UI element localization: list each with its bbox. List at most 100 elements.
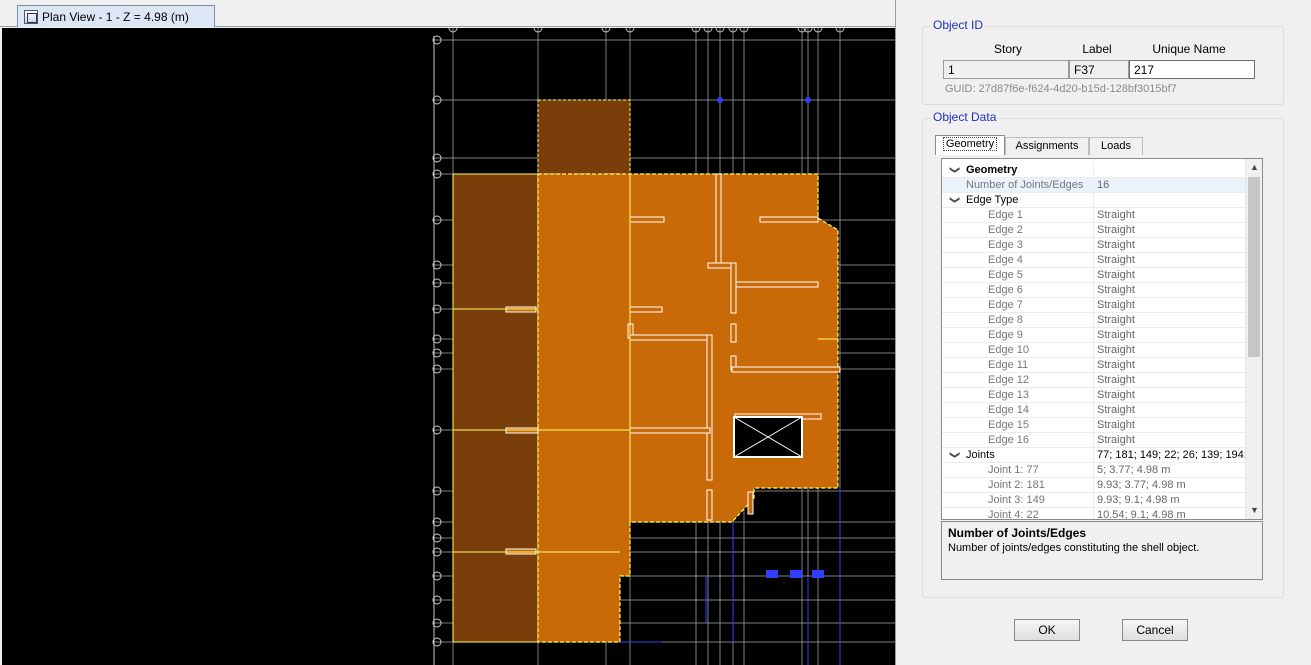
property-name: Edge 11	[988, 359, 1029, 371]
property-value: Straight	[1097, 359, 1135, 371]
cancel-button[interactable]: Cancel	[1122, 619, 1188, 641]
column-separator	[1093, 238, 1094, 253]
plan-view-icon	[24, 9, 38, 24]
property-grid[interactable]: ❯ Geometry Number of Joints/Edges 16 ❯ Edge T…	[941, 158, 1263, 520]
property-row[interactable]: ❯ Geometry	[942, 163, 1245, 178]
column-separator	[1093, 313, 1094, 328]
property-value: 9.93; 9.1; 4.98 m	[1097, 494, 1180, 506]
object-id-group: Object ID Story Label Unique Name 1 F37 …	[922, 18, 1284, 105]
property-row[interactable]: Joint 3: 149 9.93; 9.1; 4.98 m	[942, 493, 1245, 508]
document-tab-strip: Plan View - 1 - Z = 4.98 (m)	[0, 0, 895, 27]
app-root: Plan View - 1 - Z = 4.98 (m) Object ID S…	[0, 0, 1311, 665]
description-text: Number of joints/edges constituting the …	[948, 542, 1200, 554]
property-name: Edge 3	[988, 239, 1023, 251]
tab-assignments[interactable]: Assignments	[1005, 137, 1089, 155]
plan-view-window: Plan View - 1 - Z = 4.98 (m)	[0, 0, 895, 665]
property-name: Joint 2: 181	[988, 479, 1045, 491]
column-separator	[1093, 268, 1094, 283]
tab-loads[interactable]: Loads	[1089, 137, 1143, 155]
property-row[interactable]: Edge 16 Straight	[942, 433, 1245, 448]
property-name: Edge 2	[988, 224, 1023, 236]
property-name: Edge 6	[988, 284, 1023, 296]
property-value: 5; 3.77; 4.98 m	[1097, 464, 1171, 476]
property-name: Edge 9	[988, 329, 1023, 341]
property-name: Edge 1	[988, 209, 1023, 221]
column-separator	[1093, 358, 1094, 373]
story-header: Story	[993, 42, 1022, 56]
property-name: Edge 12	[988, 374, 1029, 386]
model-canvas[interactable]	[2, 28, 895, 665]
column-separator	[1093, 193, 1094, 208]
slab-top-brown[interactable]	[537, 99, 631, 175]
property-row[interactable]: Edge 10 Straight	[942, 343, 1245, 358]
property-row[interactable]: Edge 7 Straight	[942, 298, 1245, 313]
collapse-chevron-icon[interactable]: ❯	[948, 194, 960, 206]
property-name: Edge 7	[988, 299, 1023, 311]
column-separator	[1093, 418, 1094, 433]
property-name: Edge 4	[988, 254, 1023, 266]
property-row[interactable]: Edge 3 Straight	[942, 238, 1245, 253]
property-row[interactable]: Joint 1: 77 5; 3.77; 4.98 m	[942, 463, 1245, 478]
property-value: Straight	[1097, 374, 1135, 386]
property-row[interactable]: ❯ Edge Type	[942, 193, 1245, 208]
object-id-title: Object ID	[931, 18, 986, 32]
property-scrollbar[interactable]: ▲ ▼	[1245, 159, 1262, 519]
slab-left-brown[interactable]	[452, 173, 539, 643]
unique-name-header: Unique Name	[1152, 42, 1226, 56]
property-row[interactable]: Edge 9 Straight	[942, 328, 1245, 343]
property-name: Edge 5	[988, 269, 1023, 281]
property-name: Edge 10	[988, 344, 1029, 356]
property-name: Edge 8	[988, 314, 1023, 326]
property-name: Edge 14	[988, 404, 1029, 416]
column-separator	[1093, 208, 1094, 223]
column-separator	[1093, 343, 1094, 358]
property-name: Joint 3: 149	[988, 494, 1045, 506]
property-row[interactable]: Edge 1 Straight	[942, 208, 1245, 223]
property-name: Joint 4: 22	[988, 509, 1039, 520]
plan-view-tab[interactable]: Plan View - 1 - Z = 4.98 (m)	[17, 5, 215, 27]
property-row[interactable]: Edge 11 Straight	[942, 358, 1245, 373]
property-row[interactable]: Joint 2: 181 9.93; 3.77; 4.98 m	[942, 478, 1245, 493]
column-separator	[1093, 508, 1094, 519]
column-separator	[1093, 433, 1094, 448]
column-separator	[1093, 493, 1094, 508]
property-row[interactable]: Edge 15 Straight	[942, 418, 1245, 433]
property-row[interactable]: Edge 12 Straight	[942, 373, 1245, 388]
property-row[interactable]: Edge 2 Straight	[942, 223, 1245, 238]
ok-button[interactable]: OK	[1014, 619, 1080, 641]
label-field: F37	[1069, 60, 1129, 79]
column-separator	[1093, 373, 1094, 388]
scroll-up-arrow-icon[interactable]: ▲	[1246, 159, 1262, 176]
object-data-group: Object Data Geometry Assignments Loads ❯…	[922, 110, 1284, 598]
column-separator	[1093, 298, 1094, 313]
property-value: Straight	[1097, 344, 1135, 356]
collapse-chevron-icon[interactable]: ❯	[948, 449, 960, 461]
property-row[interactable]: Edge 4 Straight	[942, 253, 1245, 268]
column-separator	[1093, 403, 1094, 418]
property-value: 77; 181; 149; 22; 26; 139; 194;	[1097, 449, 1247, 461]
property-row[interactable]: ❯ Joints 77; 181; 149; 22; 26; 139; 194;	[942, 448, 1247, 463]
column-separator	[1093, 253, 1094, 268]
property-row[interactable]: Edge 5 Straight	[942, 268, 1245, 283]
object-info-dialog: Object ID Story Label Unique Name 1 F37 …	[895, 0, 1311, 665]
property-row[interactable]: Edge 8 Straight	[942, 313, 1245, 328]
scroll-down-arrow-icon[interactable]: ▼	[1246, 502, 1262, 519]
property-row[interactable]: Joint 4: 22 10.54; 9.1; 4.98 m	[942, 508, 1245, 520]
collapse-chevron-icon[interactable]: ❯	[948, 164, 960, 176]
unique-name-field[interactable]: 217	[1129, 60, 1255, 79]
property-value: Straight	[1097, 404, 1135, 416]
tab-geometry[interactable]: Geometry	[935, 135, 1005, 155]
property-value: 10.54; 9.1; 4.98 m	[1097, 509, 1186, 520]
scroll-thumb[interactable]	[1248, 177, 1260, 357]
column-separator	[1093, 478, 1094, 493]
property-name: Edge 13	[988, 389, 1029, 401]
property-row[interactable]: Number of Joints/Edges 16	[942, 178, 1245, 193]
column-separator	[1093, 223, 1094, 238]
property-name: Joint 1: 77	[988, 464, 1039, 476]
property-value: Straight	[1097, 239, 1135, 251]
property-row[interactable]: Edge 6 Straight	[942, 283, 1245, 298]
plan-drawing[interactable]	[2, 28, 895, 665]
property-row[interactable]: Edge 13 Straight	[942, 388, 1245, 403]
property-row[interactable]: Edge 14 Straight	[942, 403, 1245, 418]
property-name: Edge 16	[988, 434, 1029, 446]
